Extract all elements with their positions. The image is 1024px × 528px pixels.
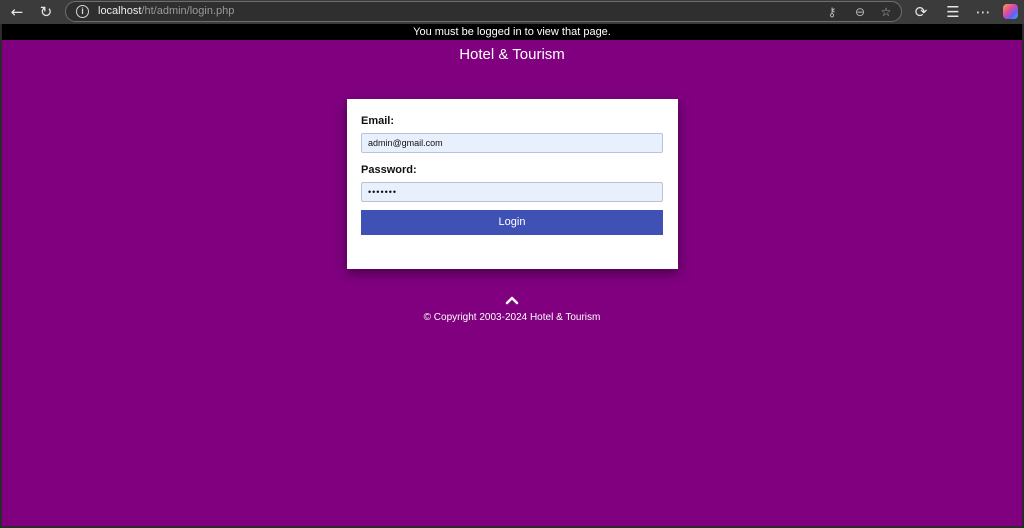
browser-toolbar: ← ↻ i localhost/ht/admin/login.php ⚷ ⊖ ☆… bbox=[0, 0, 1024, 24]
favorites-icon[interactable]: ☰ bbox=[943, 2, 963, 22]
login-required-alert: You must be logged in to view that page. bbox=[2, 24, 1022, 40]
address-bar[interactable]: i localhost/ht/admin/login.php ⚷ ⊖ ☆ bbox=[65, 1, 902, 22]
copilot-icon[interactable] bbox=[1003, 4, 1018, 19]
site-title: Hotel & Tourism bbox=[459, 46, 565, 63]
refresh-extension-icon[interactable]: ⟳ bbox=[911, 2, 931, 22]
email-field[interactable] bbox=[361, 133, 663, 153]
password-field[interactable] bbox=[361, 182, 663, 202]
zoom-icon[interactable]: ⊖ bbox=[852, 4, 868, 20]
login-form: Email: Password: Login bbox=[347, 99, 678, 269]
more-icon[interactable]: ⋯ bbox=[973, 2, 993, 22]
footer-copyright: © Copyright 2003-2024 Hotel & Tourism bbox=[423, 312, 601, 323]
back-icon[interactable]: ← bbox=[7, 2, 27, 22]
password-label: Password: bbox=[361, 164, 417, 176]
login-button[interactable]: Login bbox=[361, 210, 663, 235]
page-viewport: You must be logged in to view that page.… bbox=[2, 24, 1022, 526]
key-icon[interactable]: ⚷ bbox=[824, 4, 840, 20]
url-text[interactable]: localhost/ht/admin/login.php bbox=[98, 5, 234, 17]
favorite-star-icon[interactable]: ☆ bbox=[878, 4, 894, 20]
email-label: Email: bbox=[361, 115, 395, 127]
info-icon[interactable]: i bbox=[76, 5, 89, 18]
reload-icon[interactable]: ↻ bbox=[36, 2, 56, 22]
scroll-top-icon[interactable] bbox=[504, 294, 520, 306]
url-path: /ht/admin/login.php bbox=[141, 5, 235, 17]
url-host: localhost bbox=[98, 5, 142, 17]
